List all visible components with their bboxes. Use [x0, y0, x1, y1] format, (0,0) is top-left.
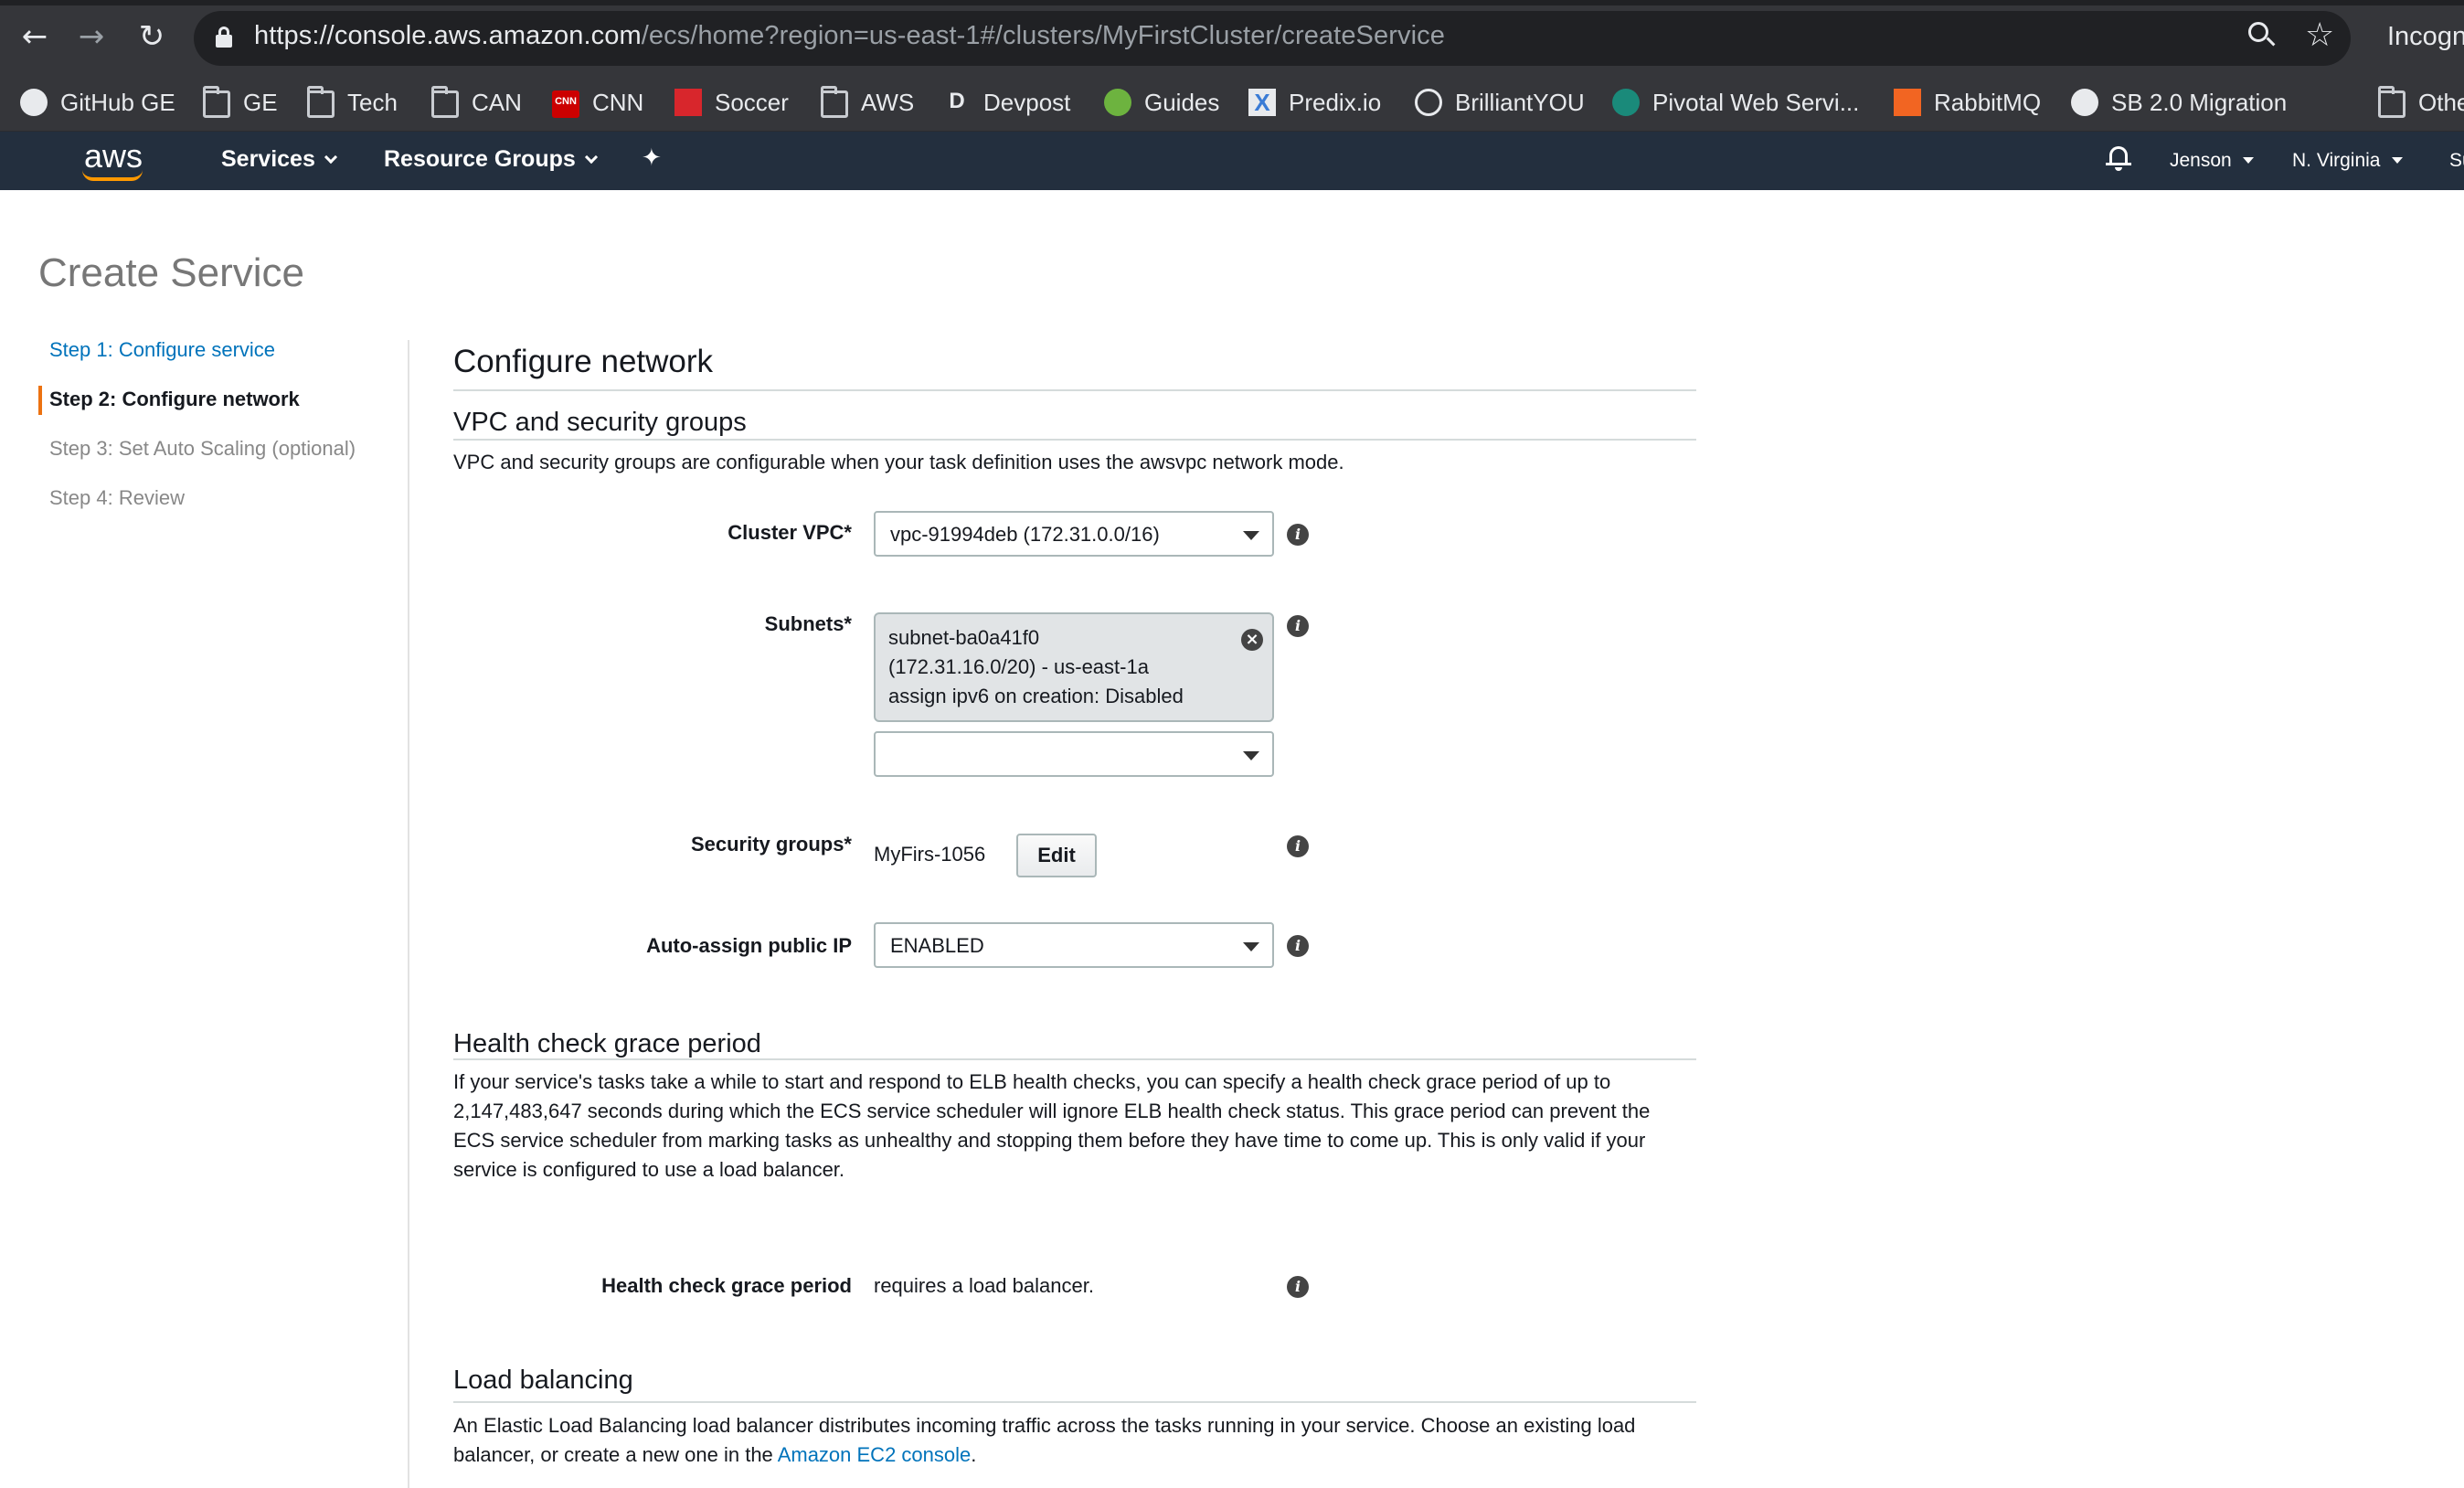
health-check-heading: Health check grace period: [453, 1029, 761, 1058]
bookmark-soccer[interactable]: Soccer: [674, 84, 789, 121]
incognito-label[interactable]: Incogn: [2387, 22, 2464, 52]
info-icon[interactable]: i: [1287, 524, 1309, 546]
bookmark-star-icon[interactable]: ☆: [2305, 16, 2334, 54]
region-menu[interactable]: N. Virginia: [2292, 150, 2403, 172]
heading-divider: [453, 439, 1696, 441]
health-check-value: requires a load balancer.: [874, 1274, 1094, 1297]
bookmark-aws[interactable]: AWS: [821, 84, 914, 121]
bookmark-cnn[interactable]: CNN CNN: [552, 84, 643, 121]
soccer-icon: [674, 89, 702, 116]
bookmark-sb-migration[interactable]: SB 2.0 Migration: [2071, 84, 2287, 121]
subnet-chip: subnet-ba0a41f0 (172.31.16.0/20) - us-ea…: [874, 612, 1274, 722]
vpc-section-description: VPC and security groups are configurable…: [453, 451, 1344, 473]
subnet-cidr: (172.31.16.0/20) - us-east-1a: [888, 655, 1149, 678]
info-icon[interactable]: i: [1287, 1276, 1309, 1298]
step-configure-service[interactable]: Step 1: Configure service: [49, 338, 275, 362]
auto-assign-ip-label: Auto-assign public IP: [646, 934, 852, 957]
load-balancing-heading: Load balancing: [453, 1366, 633, 1395]
devpost-icon: D: [949, 89, 965, 113]
rabbitmq-icon: [1894, 89, 1921, 116]
aws-logo-smile: [82, 170, 143, 181]
subnets-select[interactable]: [874, 731, 1274, 777]
pivotal-icon: [1612, 89, 1640, 116]
step-review: Step 4: Review: [49, 486, 185, 509]
url-text[interactable]: https://console.aws.amazon.com/ecs/home?…: [254, 21, 1445, 51]
heading-divider: [453, 389, 1696, 391]
predix-icon: X: [1248, 89, 1276, 116]
page-title: Create Service: [38, 250, 305, 295]
url-host: https://console.aws.amazon.com: [254, 21, 642, 50]
step-auto-scaling: Step 3: Set Auto Scaling (optional): [49, 437, 356, 460]
bookmark-pivotal[interactable]: Pivotal Web Servi...: [1612, 84, 1859, 121]
bookmark-rabbitmq[interactable]: RabbitMQ: [1894, 84, 2041, 121]
pin-icon[interactable]: ✦: [642, 144, 662, 172]
github-icon: [20, 89, 48, 116]
github-icon: [2071, 89, 2098, 116]
section-heading-configure-network: Configure network: [453, 344, 714, 379]
security-group-value: MyFirs-1056: [874, 843, 986, 866]
spring-icon: [1104, 89, 1131, 116]
cnn-icon: CNN: [552, 90, 579, 118]
tab-strip: [0, 0, 2464, 5]
bookmark-brilliantyou[interactable]: BrilliantYOU: [1415, 84, 1585, 121]
zoom-icon[interactable]: [2248, 22, 2276, 49]
security-groups-label: Security groups*: [690, 833, 852, 856]
support-menu[interactable]: Su: [2449, 150, 2464, 172]
bookmark-github-ge[interactable]: GitHub GE: [20, 84, 175, 121]
chevron-down-icon: [324, 150, 337, 165]
subnets-label: Subnets*: [764, 612, 852, 635]
load-balancing-description: An Elastic Load Balancing load balancer …: [453, 1414, 1636, 1466]
dropdown-arrow-icon: [1243, 942, 1259, 951]
remove-icon[interactable]: ×: [1241, 629, 1263, 651]
bookmark-guides[interactable]: Guides: [1104, 84, 1219, 121]
dropdown-arrow-icon: [1243, 531, 1259, 540]
globe-icon: [1415, 89, 1442, 116]
folder-icon: [431, 85, 459, 118]
vpc-section-heading: VPC and security groups: [453, 408, 747, 437]
active-step-indicator: [38, 386, 42, 415]
folder-icon: [203, 85, 230, 118]
folder-icon: [307, 85, 335, 118]
url-path: /ecs/home?region=us-east-1#/clusters/MyF…: [641, 21, 1445, 50]
heading-divider: [453, 1058, 1696, 1060]
resource-groups-menu[interactable]: Resource Groups: [384, 146, 598, 173]
info-icon[interactable]: i: [1287, 615, 1309, 637]
folder-icon: [2378, 85, 2406, 118]
dropdown-arrow-icon: [1243, 751, 1259, 760]
auto-assign-ip-select[interactable]: ENABLED: [874, 922, 1274, 968]
subnet-id: subnet-ba0a41f0: [888, 626, 1040, 649]
bookmark-predix[interactable]: X Predix.io: [1248, 84, 1381, 121]
bookmark-tech[interactable]: Tech: [307, 84, 398, 121]
bell-icon[interactable]: [2106, 144, 2131, 172]
bookmark-can[interactable]: CAN: [431, 84, 522, 121]
subnet-ipv6: assign ipv6 on creation: Disabled: [888, 685, 1184, 707]
aws-top-nav: [0, 132, 2464, 190]
folder-icon: [821, 85, 848, 118]
services-menu[interactable]: Services: [221, 146, 337, 173]
back-arrow-icon[interactable]: ←: [16, 18, 53, 55]
chevron-down-icon: [584, 150, 598, 165]
account-menu[interactable]: Jenson: [2170, 150, 2254, 172]
bookmark-other[interactable]: Othe: [2378, 84, 2464, 121]
reload-icon[interactable]: ↻: [133, 18, 170, 55]
ec2-console-link[interactable]: Amazon EC2 console: [778, 1443, 972, 1466]
sidebar-divider: [408, 340, 409, 1488]
info-icon[interactable]: i: [1287, 835, 1309, 857]
cluster-vpc-label: Cluster VPC*: [728, 521, 852, 544]
heading-divider: [453, 1401, 1696, 1403]
bookmark-devpost[interactable]: D Devpost: [943, 84, 1070, 121]
caret-down-icon: [2391, 157, 2403, 164]
cluster-vpc-select[interactable]: vpc-91994deb (172.31.0.0/16): [874, 511, 1274, 557]
info-icon[interactable]: i: [1287, 935, 1309, 957]
caret-down-icon: [2242, 157, 2254, 164]
bookmark-ge[interactable]: GE: [203, 84, 278, 121]
edit-security-groups-button[interactable]: Edit: [1016, 834, 1097, 877]
step-configure-network: Step 2: Configure network: [49, 388, 300, 410]
lock-icon[interactable]: [216, 27, 232, 48]
forward-arrow-icon[interactable]: →: [73, 18, 110, 55]
health-check-label: Health check grace period: [601, 1274, 852, 1297]
health-check-description: If your service's tasks take a while to …: [453, 1070, 1651, 1181]
